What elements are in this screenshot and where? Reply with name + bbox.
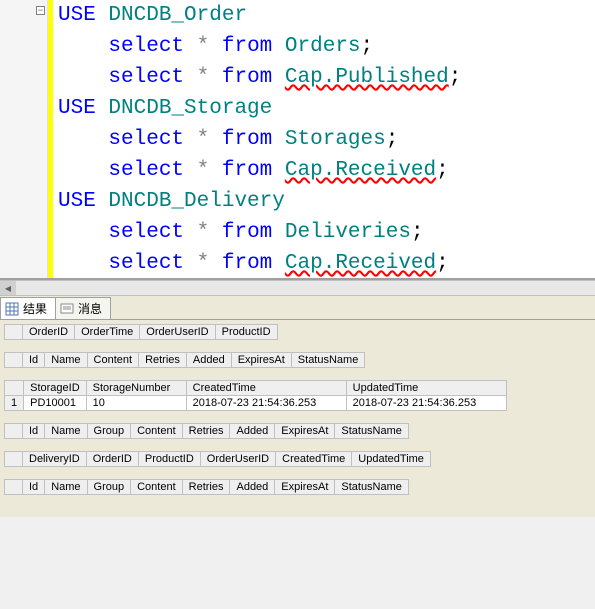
message-icon — [60, 302, 74, 316]
horizontal-scrollbar[interactable]: ◀ — [0, 280, 595, 296]
grid-corner — [5, 325, 23, 340]
column-header[interactable]: Content — [131, 424, 183, 439]
column-header[interactable]: ExpiresAt — [231, 353, 291, 368]
results-panel: OrderIDOrderTimeOrderUserIDProductIDIdNa… — [0, 320, 595, 517]
column-header[interactable]: Added — [230, 424, 275, 439]
editor-gutter: − — [0, 0, 48, 278]
column-header[interactable]: Content — [87, 353, 139, 368]
cell[interactable]: 10 — [86, 396, 186, 411]
cell[interactable]: 2018-07-23 21:54:36.253 — [346, 396, 506, 411]
column-header[interactable]: StorageID — [24, 381, 87, 396]
row-header[interactable]: 1 — [5, 396, 24, 411]
column-header[interactable]: ExpiresAt — [275, 424, 335, 439]
sql-editor[interactable]: − USE DNCDB_Order select * from Orders; … — [0, 0, 595, 280]
column-header[interactable]: StorageNumber — [86, 381, 186, 396]
column-header[interactable]: Retries — [182, 424, 230, 439]
column-header[interactable]: UpdatedTime — [346, 381, 506, 396]
grid-corner — [5, 480, 23, 495]
grid-icon — [5, 302, 19, 316]
grid-corner — [5, 353, 23, 368]
column-header[interactable]: Id — [23, 480, 45, 495]
tab-results[interactable]: 结果 — [0, 297, 56, 319]
result-grid: IdNameGroupContentRetriesAddedExpiresAtS… — [4, 479, 595, 495]
column-header[interactable]: ProductID — [138, 452, 200, 467]
column-header[interactable]: StatusName — [335, 424, 409, 439]
column-header[interactable]: Group — [87, 480, 131, 495]
grid-corner — [5, 424, 23, 439]
column-header[interactable]: OrderID — [23, 325, 75, 340]
code-text[interactable]: USE DNCDB_Order select * from Orders; se… — [58, 0, 461, 279]
result-grid: StorageIDStorageNumberCreatedTimeUpdated… — [4, 380, 595, 411]
column-header[interactable]: ProductID — [215, 325, 277, 340]
column-header[interactable]: Retries — [139, 353, 187, 368]
result-grid: IdNameGroupContentRetriesAddedExpiresAtS… — [4, 423, 595, 439]
column-header[interactable]: Name — [45, 353, 87, 368]
column-header[interactable]: Content — [131, 480, 183, 495]
column-header[interactable]: StatusName — [335, 480, 409, 495]
column-header[interactable]: ExpiresAt — [275, 480, 335, 495]
change-bar — [48, 0, 53, 278]
grid-corner — [5, 381, 24, 396]
result-grid: IdNameContentRetriesAddedExpiresAtStatus… — [4, 352, 595, 368]
column-header[interactable]: OrderUserID — [140, 325, 215, 340]
scroll-left-button[interactable]: ◀ — [0, 281, 16, 295]
results-tabs: 结果 消息 — [0, 296, 595, 320]
column-header[interactable]: Added — [186, 353, 231, 368]
column-header[interactable]: StatusName — [291, 353, 365, 368]
column-header[interactable]: OrderTime — [75, 325, 140, 340]
column-header[interactable]: Retries — [182, 480, 230, 495]
column-header[interactable]: CreatedTime — [276, 452, 352, 467]
column-header[interactable]: Name — [45, 424, 87, 439]
tab-messages-label: 消息 — [78, 300, 102, 317]
column-header[interactable]: Id — [23, 424, 45, 439]
column-header[interactable]: DeliveryID — [23, 452, 87, 467]
tab-results-label: 结果 — [23, 300, 47, 317]
column-header[interactable]: Added — [230, 480, 275, 495]
column-header[interactable]: CreatedTime — [186, 381, 346, 396]
cell[interactable]: 2018-07-23 21:54:36.253 — [186, 396, 346, 411]
fold-minus-icon[interactable]: − — [36, 6, 45, 15]
result-grid: DeliveryIDOrderIDProductIDOrderUserIDCre… — [4, 451, 595, 467]
cell[interactable]: PD10001 — [24, 396, 87, 411]
column-header[interactable]: Group — [87, 424, 131, 439]
column-header[interactable]: UpdatedTime — [352, 452, 431, 467]
column-header[interactable]: Name — [45, 480, 87, 495]
column-header[interactable]: OrderID — [86, 452, 138, 467]
result-grid: OrderIDOrderTimeOrderUserIDProductID — [4, 324, 595, 340]
grid-corner — [5, 452, 23, 467]
tab-messages[interactable]: 消息 — [55, 297, 111, 319]
column-header[interactable]: Id — [23, 353, 45, 368]
column-header[interactable]: OrderUserID — [200, 452, 275, 467]
